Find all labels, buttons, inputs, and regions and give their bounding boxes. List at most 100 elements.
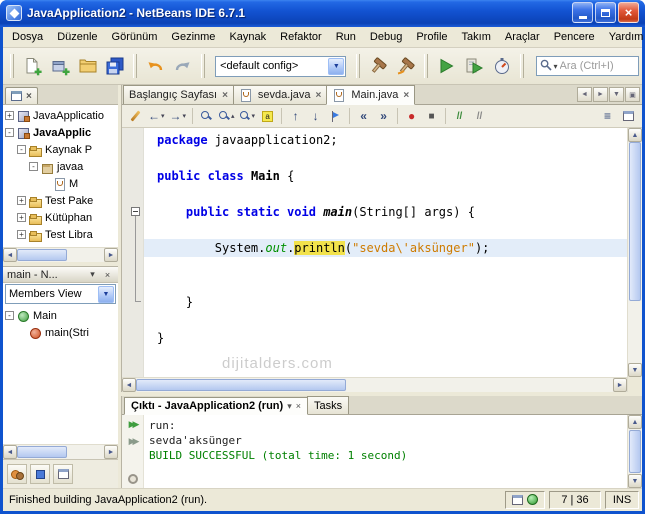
code-line-11[interactable]	[144, 311, 627, 329]
new-file-button[interactable]	[18, 52, 46, 80]
menu-item-6[interactable]: Run	[329, 29, 363, 45]
scroll-thumb[interactable]	[17, 446, 68, 458]
start-macro-button[interactable]: ●	[402, 107, 421, 126]
menu-item-11[interactable]: Pencere	[547, 29, 602, 45]
tasks-tab[interactable]: Tasks	[307, 396, 350, 414]
menu-item-8[interactable]: Profile	[409, 29, 454, 45]
projects-tree-item-5[interactable]: + Test Pake	[3, 192, 118, 209]
scroll-down-icon[interactable]: ▼	[628, 363, 642, 377]
scroll-left-icon[interactable]: ◄	[3, 445, 17, 459]
editor-vscrollbar[interactable]: ▲ ▼	[627, 128, 642, 377]
navigator-view-combobox[interactable]: Members View ▼	[5, 284, 116, 304]
scroll-track[interactable]	[628, 142, 642, 363]
menu-item-9[interactable]: Takım	[455, 29, 498, 45]
scroll-right-icon[interactable]: ►	[104, 445, 118, 459]
tree-expander-icon[interactable]: +	[17, 230, 26, 239]
code-line-12[interactable]: }	[144, 329, 627, 347]
tree-expander-icon[interactable]: -	[5, 128, 14, 137]
menu-item-4[interactable]: Kaynak	[222, 29, 273, 45]
tree-expander-icon[interactable]: +	[17, 196, 26, 205]
close-tab-icon[interactable]: ×	[403, 90, 409, 101]
editor-gutter[interactable]	[122, 128, 144, 377]
comment-button[interactable]: //	[450, 107, 469, 126]
uncomment-button[interactable]: //	[470, 107, 489, 126]
chevron-down-icon[interactable]: ▾	[161, 112, 165, 120]
output-view[interactable]: run: sevda'aksünger BUILD SUCCESSFUL (tota…	[144, 415, 627, 488]
navigator-hscrollbar[interactable]: ◄ ►	[3, 444, 118, 459]
find-next-button[interactable]: ▾	[238, 107, 258, 126]
stop-macro-button[interactable]: ■	[422, 107, 441, 126]
toolbar-grip[interactable]	[10, 54, 14, 78]
tree-expander-icon[interactable]: +	[5, 111, 14, 120]
code-line-5[interactable]: public static void main(String[] args) {	[144, 203, 627, 221]
search-scope-chevron-icon[interactable]: ▾	[554, 62, 558, 71]
rerun-with-options-button[interactable]: ▶▶	[125, 435, 141, 448]
save-all-button[interactable]	[102, 52, 130, 80]
tab-menu-chevron-icon[interactable]: ▾	[287, 401, 292, 412]
debug-project-button[interactable]	[460, 52, 488, 80]
code-line-9[interactable]	[144, 275, 627, 293]
toolbar-grip[interactable]	[424, 54, 428, 78]
minimize-panel-icon[interactable]: ▾	[86, 268, 99, 281]
scroll-left-icon[interactable]: ◄	[122, 378, 136, 392]
toolbar-grip[interactable]	[133, 54, 138, 78]
run-project-button[interactable]	[432, 52, 460, 80]
scroll-up-icon[interactable]: ▲	[628, 415, 642, 429]
projects-tree-item-4[interactable]: M	[3, 175, 118, 192]
scroll-down-icon[interactable]: ▼	[628, 474, 642, 488]
chevron-down-icon[interactable]: ▾	[183, 112, 187, 120]
quick-search-box[interactable]: ▾ Ara (Ctrl+I)	[535, 56, 639, 76]
projects-tree-item-0[interactable]: + JavaApplicatio	[3, 107, 118, 124]
editor-tab-0[interactable]: Başlangıç Sayfası ×	[123, 85, 234, 104]
code-line-3[interactable]: public class Main {	[144, 167, 627, 185]
close-tab-icon[interactable]: ×	[316, 90, 322, 101]
close-icon[interactable]: ×	[26, 91, 32, 102]
previous-bookmark-button[interactable]: ↑	[286, 107, 305, 126]
output-settings-button[interactable]	[125, 472, 141, 485]
split-view-button[interactable]	[619, 107, 638, 126]
projects-window-tab[interactable]: ×	[5, 87, 38, 104]
maximize-button[interactable]	[595, 2, 616, 23]
projects-tree-item-3[interactable]: - javaa	[3, 158, 118, 175]
scroll-up-icon[interactable]: ▲	[628, 128, 642, 142]
menu-item-7[interactable]: Debug	[363, 29, 409, 45]
toggle-highlight-button[interactable]: a	[258, 107, 277, 126]
menu-item-1[interactable]: Düzenle	[50, 29, 104, 45]
navigator-tree-item-0[interactable]: - Main	[3, 307, 118, 324]
insert-mode-cell[interactable]: INS	[605, 490, 639, 509]
menu-item-10[interactable]: Araçlar	[498, 29, 547, 45]
shift-left-button[interactable]: «	[354, 107, 373, 126]
show-inherited-members-button[interactable]	[7, 464, 27, 484]
chevron-down-icon[interactable]: ▼	[328, 57, 345, 75]
output-tab[interactable]: Çıktı - JavaApplication2 (run) ▾ ×	[124, 397, 308, 415]
scroll-track[interactable]	[136, 378, 613, 392]
minimize-button[interactable]	[572, 2, 593, 23]
redo-button[interactable]	[169, 52, 197, 80]
projects-tree-item-6[interactable]: + Kütüphan	[3, 209, 118, 226]
find-previous-button[interactable]: ▴	[217, 107, 237, 126]
toggle-bookmark-button[interactable]	[326, 107, 345, 126]
menu-item-2[interactable]: Görünüm	[105, 29, 165, 45]
title-bar[interactable]: JavaApplication2 - NetBeans IDE 6.7.1 ×	[0, 0, 645, 27]
find-selection-button[interactable]	[197, 107, 216, 126]
code-line-1[interactable]: package javaapplication2;	[144, 131, 627, 149]
close-tab-icon[interactable]: ×	[296, 401, 301, 411]
forward-button[interactable]: → ▾	[168, 107, 189, 126]
scroll-thumb[interactable]	[629, 142, 641, 302]
rerun-button[interactable]: ▶▶	[125, 418, 141, 431]
scroll-track[interactable]	[17, 445, 104, 459]
editor-tab-1[interactable]: sevda.java ×	[232, 85, 328, 104]
scroll-left-icon[interactable]: ◄	[3, 248, 17, 262]
code-line-8[interactable]	[144, 257, 627, 275]
editor-hscrollbar[interactable]: ◄ ►	[122, 377, 627, 392]
code-line-2[interactable]	[144, 149, 627, 167]
navigator-tree[interactable]: - Main main(Stri	[3, 305, 118, 444]
show-windows-button[interactable]	[53, 464, 73, 484]
editor-tab-2[interactable]: Main.java ×	[326, 85, 416, 105]
back-button[interactable]: ← ▾	[146, 107, 167, 126]
show-fields-button[interactable]	[30, 464, 50, 484]
scroll-track[interactable]	[17, 248, 104, 262]
shift-right-button[interactable]: »	[374, 107, 393, 126]
menu-item-5[interactable]: Refaktor	[273, 29, 329, 45]
toolbar-grip[interactable]	[356, 54, 361, 78]
